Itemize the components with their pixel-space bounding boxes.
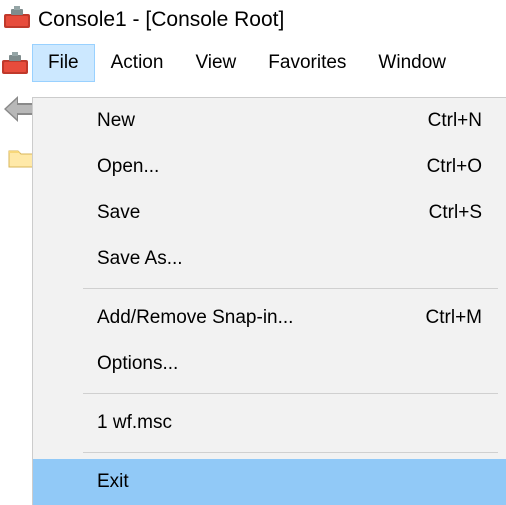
menu-item-open[interactable]: Open... Ctrl+O: [33, 144, 506, 190]
titlebar: Console1 - [Console Root]: [0, 0, 506, 44]
menu-item-label: Options...: [97, 353, 178, 375]
menu-item-label: 1 wf.msc: [97, 412, 172, 434]
mmc-app-icon: [4, 6, 30, 34]
menu-separator: [83, 452, 498, 453]
menu-view[interactable]: View: [179, 44, 252, 82]
mmc-doc-icon: [2, 44, 28, 82]
menu-item-new[interactable]: New Ctrl+N: [33, 98, 506, 144]
menu-action[interactable]: Action: [95, 44, 180, 82]
menu-item-save-as[interactable]: Save As...: [33, 236, 506, 282]
menu-item-options[interactable]: Options...: [33, 341, 506, 387]
menu-separator: [83, 393, 498, 394]
file-dropdown: New Ctrl+N Open... Ctrl+O Save Ctrl+S Sa…: [32, 97, 506, 505]
menu-item-exit[interactable]: Exit: [33, 459, 506, 505]
menu-window[interactable]: Window: [362, 44, 462, 82]
menu-item-label: Open...: [97, 156, 159, 178]
menu-item-shortcut: Ctrl+M: [386, 307, 482, 329]
menu-item-shortcut: Ctrl+S: [389, 202, 482, 224]
menu-item-recent-1[interactable]: 1 wf.msc: [33, 400, 506, 446]
menu-item-label: Add/Remove Snap-in...: [97, 307, 293, 329]
menu-item-shortcut: Ctrl+O: [387, 156, 482, 178]
menu-item-shortcut: Ctrl+N: [388, 110, 482, 132]
menu-separator: [83, 288, 498, 289]
window-title: Console1 - [Console Root]: [38, 8, 284, 32]
menu-item-save[interactable]: Save Ctrl+S: [33, 190, 506, 236]
menu-item-label: Exit: [97, 471, 129, 493]
menu-item-add-remove-snapin[interactable]: Add/Remove Snap-in... Ctrl+M: [33, 295, 506, 341]
menubar: File Action View Favorites Window: [0, 44, 506, 82]
menu-item-label: Save: [97, 202, 140, 224]
menu-file[interactable]: File: [32, 44, 95, 82]
menu-item-label: Save As...: [97, 248, 183, 270]
menu-item-label: New: [97, 110, 135, 132]
menu-favorites[interactable]: Favorites: [252, 44, 362, 82]
folder-icon[interactable]: [8, 147, 34, 174]
